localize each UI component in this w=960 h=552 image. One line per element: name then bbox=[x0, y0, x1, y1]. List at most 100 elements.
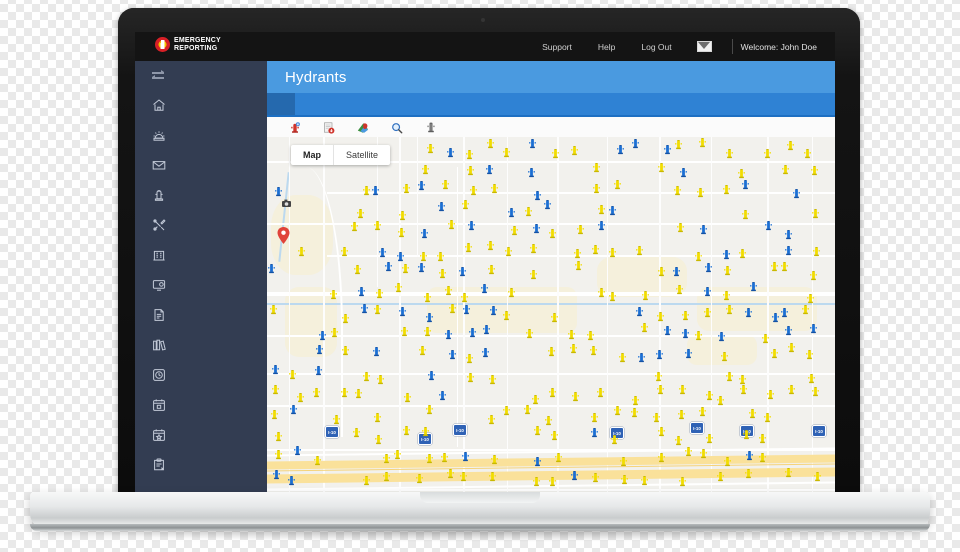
hydrant-marker-blue[interactable] bbox=[527, 167, 535, 178]
hydrant-marker-blue[interactable] bbox=[533, 456, 541, 467]
hydrant-marker-yellow[interactable] bbox=[351, 221, 358, 232]
hydrant-marker-yellow[interactable] bbox=[487, 138, 495, 149]
hydrant-marker-yellow[interactable] bbox=[621, 474, 628, 485]
hydrant-marker-blue[interactable] bbox=[681, 328, 689, 339]
hydrant-marker-yellow[interactable] bbox=[613, 405, 621, 416]
hydrant-marker-yellow[interactable] bbox=[394, 449, 401, 460]
hydrant-marker-yellow[interactable] bbox=[270, 409, 278, 420]
hydrant-marker-yellow[interactable] bbox=[609, 291, 616, 302]
hydrant-marker-yellow[interactable] bbox=[620, 456, 628, 467]
hydrant-marker-blue[interactable] bbox=[507, 207, 515, 218]
hydrant-marker-yellow[interactable] bbox=[313, 387, 320, 398]
hydrant-marker-blue[interactable] bbox=[427, 370, 435, 381]
hydrant-marker-yellow[interactable] bbox=[657, 452, 665, 463]
hydrant-marker-yellow[interactable] bbox=[402, 425, 410, 436]
hydrant-marker-yellow[interactable] bbox=[354, 264, 361, 275]
hydrant-marker-yellow[interactable] bbox=[657, 311, 664, 322]
hydrant-marker-yellow[interactable] bbox=[589, 345, 597, 356]
hydrant-marker-blue[interactable] bbox=[315, 344, 323, 355]
hydrant-marker-yellow[interactable] bbox=[720, 351, 728, 362]
hydrant-marker-yellow[interactable] bbox=[504, 246, 512, 257]
hydrant-marker-yellow[interactable] bbox=[426, 404, 434, 415]
hydrant-marker-yellow[interactable] bbox=[743, 429, 750, 440]
hydrant-marker-yellow[interactable] bbox=[441, 452, 448, 463]
tab-settings[interactable] bbox=[351, 93, 379, 115]
hydrant-marker-yellow[interactable] bbox=[811, 165, 818, 176]
hydrant-marker-blue[interactable] bbox=[664, 144, 672, 155]
hydrant-marker-blue[interactable] bbox=[268, 263, 276, 274]
hydrant-marker-yellow[interactable] bbox=[805, 349, 813, 360]
sidebar-item-calendar[interactable] bbox=[135, 390, 267, 420]
hydrant-marker-yellow[interactable] bbox=[677, 222, 684, 233]
hydrant-marker-yellow[interactable] bbox=[488, 414, 495, 425]
hydrant-marker-blue[interactable] bbox=[534, 190, 541, 201]
hydrant-marker-yellow[interactable] bbox=[269, 304, 277, 315]
hydrant-marker-yellow[interactable] bbox=[807, 293, 814, 304]
hydrant-marker-yellow[interactable] bbox=[674, 435, 682, 446]
map-type-satellite-button[interactable]: Satellite bbox=[333, 145, 390, 165]
hydrant-marker-blue[interactable] bbox=[533, 223, 540, 234]
hydrant-marker-yellow[interactable] bbox=[678, 409, 685, 420]
hydrant-marker-yellow[interactable] bbox=[341, 246, 349, 257]
hydrant-marker-blue[interactable] bbox=[468, 220, 475, 231]
hydrant-marker-yellow[interactable] bbox=[355, 388, 362, 399]
hydrant-marker-yellow[interactable] bbox=[570, 145, 578, 156]
hydrant-marker-blue[interactable] bbox=[705, 262, 712, 273]
hydrant-marker-yellow[interactable] bbox=[675, 139, 682, 150]
hydrant-marker-blue[interactable] bbox=[438, 201, 445, 212]
hydrant-marker-yellow[interactable] bbox=[813, 246, 821, 257]
hydrant-marker-yellow[interactable] bbox=[525, 328, 533, 339]
hydrant-marker-yellow[interactable] bbox=[427, 143, 434, 154]
hydrant-marker-yellow[interactable] bbox=[447, 219, 455, 230]
hydrant-marker-yellow[interactable] bbox=[298, 246, 306, 257]
hydrant-marker-yellow[interactable] bbox=[549, 387, 557, 398]
hydrant-marker-yellow[interactable] bbox=[812, 386, 820, 397]
hydrant-marker-yellow[interactable] bbox=[549, 476, 557, 487]
hydrant-marker-yellow[interactable] bbox=[810, 270, 818, 281]
hydrant-marker-blue[interactable] bbox=[490, 305, 497, 316]
hydrant-marker-blue[interactable] bbox=[372, 185, 380, 196]
hydrant-marker-yellow[interactable] bbox=[296, 392, 304, 403]
hydrant-marker-blue[interactable] bbox=[780, 307, 788, 318]
hydrant-marker-yellow[interactable] bbox=[678, 476, 686, 487]
hydrant-marker-yellow[interactable] bbox=[426, 453, 434, 464]
hydrant-marker-blue[interactable] bbox=[785, 229, 792, 240]
hydrant-marker-blue[interactable] bbox=[722, 249, 730, 260]
hydrant-marker-yellow[interactable] bbox=[679, 384, 686, 395]
hydrant-marker-yellow[interactable] bbox=[341, 345, 349, 356]
sidebar-item-hydrants[interactable] bbox=[135, 180, 267, 210]
hydrant-marker-yellow[interactable] bbox=[464, 242, 472, 253]
hydrant-marker-yellow[interactable] bbox=[788, 384, 795, 395]
hydrant-marker-yellow[interactable] bbox=[658, 426, 666, 437]
hydrant-marker-yellow[interactable] bbox=[597, 287, 605, 298]
sidebar-item-incidents[interactable] bbox=[135, 120, 267, 150]
hydrant-marker-yellow[interactable] bbox=[609, 247, 617, 258]
google-earth-export-button[interactable] bbox=[357, 122, 373, 134]
hydrant-marker-blue[interactable] bbox=[449, 349, 457, 360]
hydrant-marker-yellow[interactable] bbox=[803, 148, 811, 159]
hydrant-marker-yellow[interactable] bbox=[466, 149, 474, 160]
advanced-search-button[interactable] bbox=[391, 122, 407, 134]
hydrant-marker-yellow[interactable] bbox=[357, 208, 364, 219]
hydrant-marker-yellow[interactable] bbox=[449, 303, 456, 314]
hydrant-marker-yellow[interactable] bbox=[704, 307, 711, 318]
hydrant-marker-yellow[interactable] bbox=[402, 263, 409, 274]
hydrant-marker-yellow[interactable] bbox=[641, 290, 649, 301]
hydrant-marker-blue[interactable] bbox=[420, 228, 428, 239]
hydrant-map[interactable]: Map Satellite bbox=[267, 137, 835, 494]
hydrant-marker-yellow[interactable] bbox=[531, 394, 539, 405]
hydrant-marker-blue[interactable] bbox=[544, 199, 552, 210]
hydrant-marker-yellow[interactable] bbox=[759, 433, 766, 444]
hydrant-marker-yellow[interactable] bbox=[488, 471, 496, 482]
hydrant-marker-yellow[interactable] bbox=[700, 448, 708, 459]
camera-poi-icon[interactable] bbox=[282, 199, 291, 208]
hydrant-marker-blue[interactable] bbox=[378, 247, 386, 258]
sidebar-item-library[interactable] bbox=[135, 330, 267, 360]
hydrant-marker-yellow[interactable] bbox=[784, 467, 792, 478]
hydrant-marker-yellow[interactable] bbox=[403, 392, 411, 403]
hydrant-marker-yellow[interactable] bbox=[439, 268, 446, 279]
hydrant-marker-yellow[interactable] bbox=[399, 210, 406, 221]
hydrant-marker-yellow[interactable] bbox=[460, 471, 468, 482]
hydrant-marker-blue[interactable] bbox=[673, 266, 680, 277]
hydrant-marker-blue[interactable] bbox=[700, 224, 708, 235]
